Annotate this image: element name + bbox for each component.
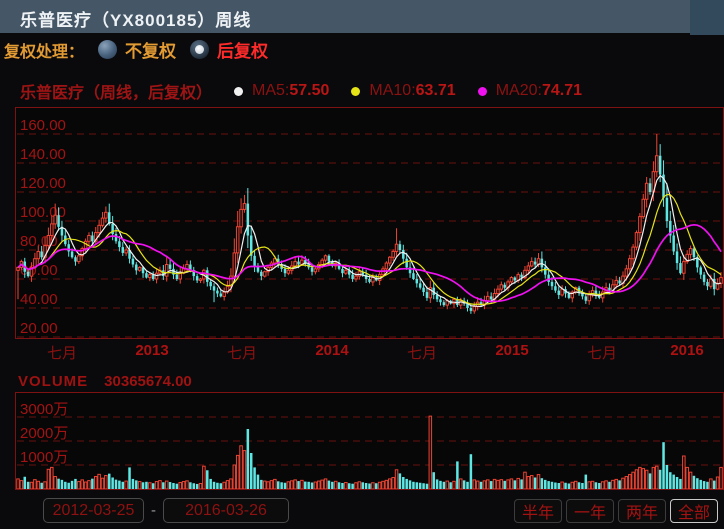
radio-icon[interactable] (190, 40, 209, 59)
ma5-line (18, 176, 721, 307)
x-axis-label: 七月 (587, 342, 617, 363)
start-date-input[interactable]: 2012-03-25 (43, 498, 144, 523)
ma20-line (18, 225, 721, 302)
ma-legend-item-0: MA5:57.50 (234, 82, 329, 100)
volume-header: VOLUME 30365674.00 (18, 372, 192, 390)
adjustment-option-1[interactable]: 后复权 (190, 37, 268, 62)
x-axis-label: 七月 (47, 342, 77, 363)
ma-value: 57.50 (289, 82, 329, 100)
ma-dot-icon (234, 87, 243, 96)
end-date-value: 2016-03-26 (185, 502, 267, 520)
volume-chart[interactable]: 3000万 2000万 1000万 (16, 393, 723, 489)
ma-value: 63.71 (416, 82, 456, 100)
svg-text:120.00: 120.00 (20, 175, 66, 192)
svg-text:20.00: 20.00 (20, 320, 58, 337)
range-button-3[interactable]: 全部 (670, 499, 718, 523)
radio-label: 后复权 (217, 37, 268, 62)
x-axis-label: 2015 (495, 342, 528, 359)
ma-dot-icon (478, 87, 487, 96)
volume-value: 30365674.00 (104, 373, 192, 390)
range-button-0[interactable]: 半年 (514, 499, 562, 523)
ma-value: 74.71 (542, 82, 582, 100)
x-axis-labels: 七月 2013 七月 2014 七月 2015 七月 2016 (0, 342, 724, 362)
volume-gridlines: 3000万 2000万 1000万 (17, 401, 722, 466)
svg-text:3000万: 3000万 (20, 401, 68, 418)
radio-icon[interactable] (98, 40, 117, 59)
window-titlebar: 乐普医疗（YX800185）周线 (0, 0, 724, 33)
svg-text:2000万: 2000万 (20, 425, 68, 442)
x-axis-label: 2014 (315, 342, 348, 359)
chart-legend-row: 乐普医疗（周线，后复权） MA5:57.50 MA10:63.71 MA20:74.… (20, 80, 720, 102)
adjustment-controls-row: 复权处理： 不复权 后复权 (0, 33, 724, 66)
ma-dot-icon (351, 87, 360, 96)
ma-legend: MA5:57.50 MA10:63.71 MA20:74.71 (212, 82, 582, 100)
volume-label: VOLUME (18, 373, 88, 390)
x-axis-label: 2016 (670, 342, 703, 359)
adjustment-radio-group: 不复权 后复权 (84, 37, 268, 62)
radio-dot-icon (195, 45, 204, 54)
x-axis-label: 七月 (227, 342, 257, 363)
stock-chart-window: 乐普医疗（YX800185）周线 复权处理： 不复权 后复权 乐普医疗（周线，后复… (0, 0, 724, 529)
ma-name: MA10: (369, 82, 415, 100)
ma-lines-layer (18, 176, 721, 307)
adjustment-label: 复权处理： (4, 38, 84, 62)
date-separator: - (151, 502, 156, 519)
date-range-controls: 2012-03-25 - 2016-03-26 (43, 498, 289, 523)
volume-chart-panel[interactable]: 3000万 2000万 1000万 (15, 392, 724, 490)
x-axis-label: 七月 (407, 342, 437, 363)
range-buttons: 半年一年两年全部 (510, 499, 718, 523)
window-title: 乐普医疗（YX800185）周线 (20, 6, 251, 31)
adjustment-option-0[interactable]: 不复权 (98, 37, 176, 62)
svg-text:160.00: 160.00 (20, 117, 66, 134)
range-button-2[interactable]: 两年 (618, 499, 666, 523)
titlebar-corner-panel (690, 0, 724, 35)
range-button-1[interactable]: 一年 (566, 499, 614, 523)
svg-text:140.00: 140.00 (20, 146, 66, 163)
x-axis-label: 2013 (135, 342, 168, 359)
svg-text:40.00: 40.00 (20, 291, 58, 308)
ma-legend-item-1: MA10:63.71 (351, 82, 455, 100)
radio-label: 不复权 (125, 37, 176, 62)
volume-bars-layer (17, 416, 723, 489)
candlestick-chart[interactable]: 160.00140.00120.00100.0080.0060.0040.002… (16, 108, 723, 338)
legend-title: 乐普医疗（周线，后复权） (20, 79, 212, 103)
ma-name: MA5: (252, 82, 289, 100)
ma-name: MA20: (496, 82, 542, 100)
end-date-input[interactable]: 2016-03-26 (163, 498, 289, 523)
price-gridlines: 160.00140.00120.00100.0080.0060.0040.002… (17, 117, 722, 337)
ma-legend-item-2: MA20:74.71 (478, 82, 582, 100)
start-date-value: 2012-03-25 (53, 502, 135, 520)
price-chart-panel[interactable]: 160.00140.00120.00100.0080.0060.0040.002… (15, 107, 724, 339)
svg-text:1000万: 1000万 (20, 449, 68, 466)
